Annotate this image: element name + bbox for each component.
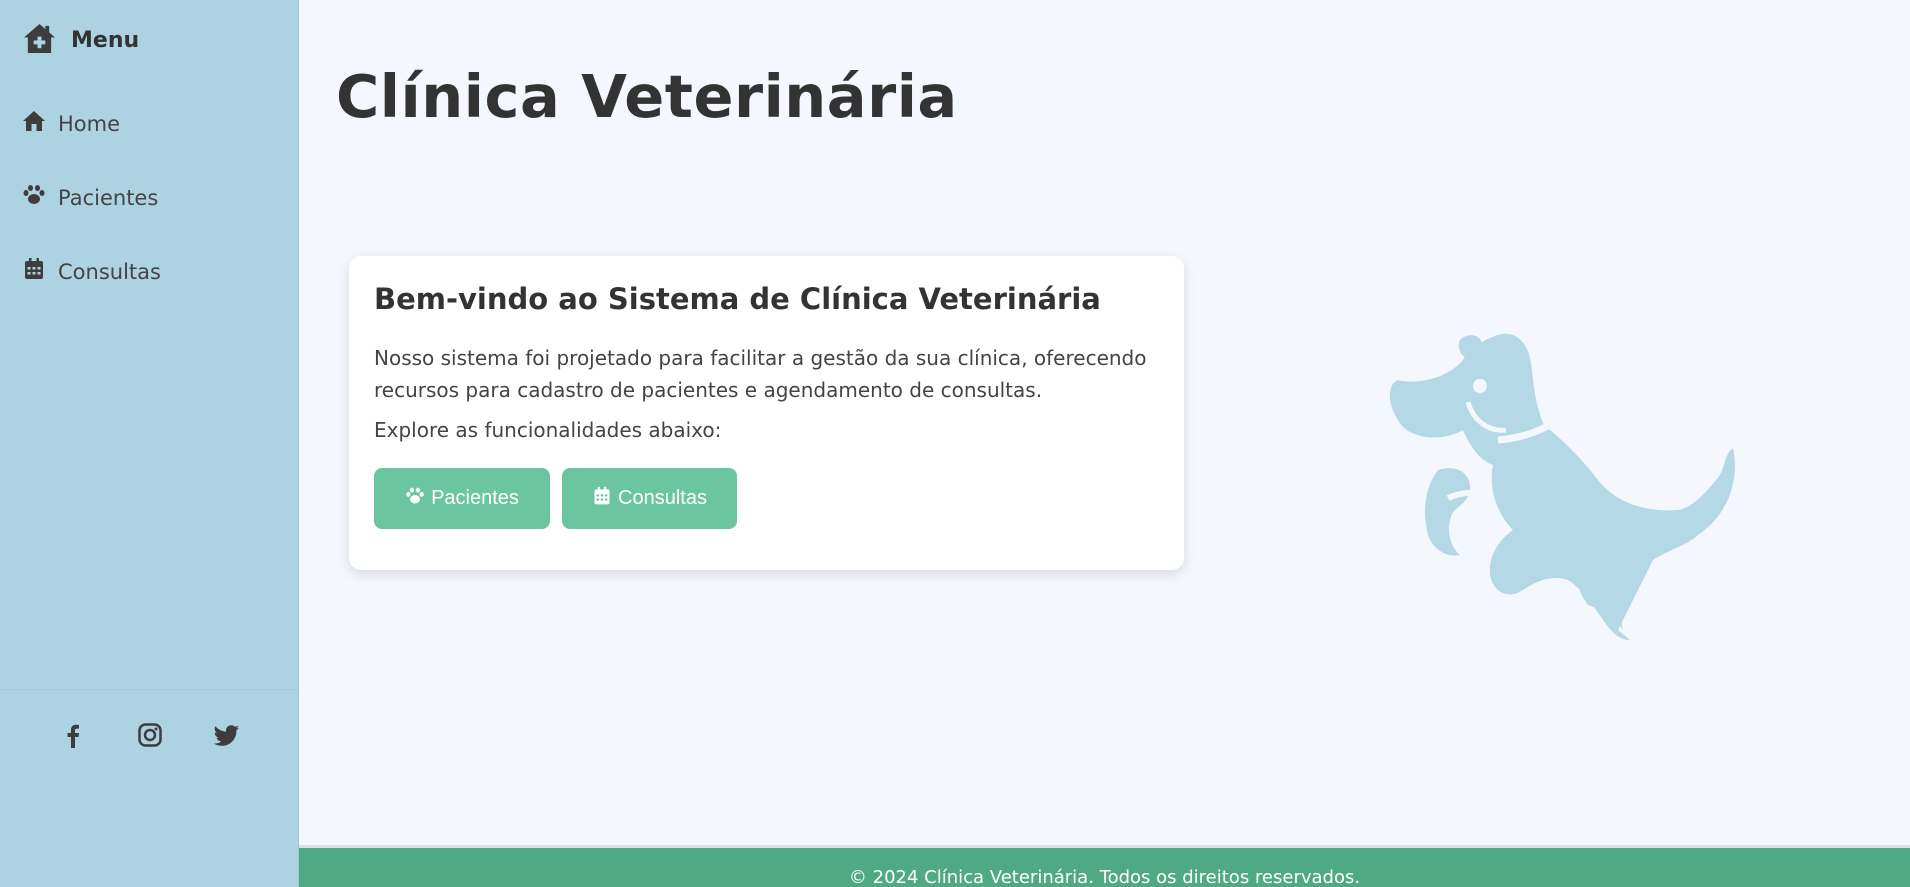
card-description: Nosso sistema foi projetado para facilit… <box>374 346 1147 402</box>
sidebar-item-label: Consultas <box>58 259 161 284</box>
twitter-icon[interactable] <box>213 722 240 752</box>
sidebar-item-home[interactable]: Home <box>22 110 120 137</box>
facebook-icon[interactable] <box>60 722 86 752</box>
instagram-icon[interactable] <box>137 722 163 752</box>
consultas-button[interactable]: Consultas <box>562 468 737 529</box>
social-links <box>0 689 299 752</box>
paw-icon <box>405 486 425 512</box>
footer-copyright: © 2024 Clínica Veterinária. Todos os dir… <box>848 867 1361 887</box>
sidebar-item-label: Home <box>58 111 121 136</box>
card-subtext: Explore as funcionalidades abaixo: <box>374 418 722 442</box>
footer: © 2024 Clínica Veterinária. Todos os dir… <box>299 845 1910 887</box>
home-icon <box>22 110 46 137</box>
card-buttons: Pacientes Consultas <box>374 468 1159 529</box>
button-label: Consultas <box>618 487 707 509</box>
paw-icon <box>22 184 46 211</box>
card-title: Bem-vindo ao Sistema de Clínica Veteriná… <box>374 282 1101 316</box>
sidebar-title: Menu <box>71 28 140 53</box>
sidebar-item-pacientes[interactable]: Pacientes <box>22 184 158 211</box>
sidebar-item-label: Pacientes <box>58 185 159 210</box>
clinic-house-icon <box>22 22 57 59</box>
welcome-card: Bem-vindo ao Sistema de Clínica Veteriná… <box>349 256 1184 570</box>
dog-illustration-icon <box>1348 330 1758 700</box>
pacientes-button[interactable]: Pacientes <box>374 468 550 529</box>
sidebar: Menu Home Pacientes Consultas <box>0 0 299 887</box>
sidebar-item-consultas[interactable]: Consultas <box>22 258 161 285</box>
page-title: Clínica Veterinária <box>336 62 958 131</box>
main-content: Clínica Veterinária Bem-vindo ao Sistema… <box>300 0 1910 845</box>
calendar-icon <box>592 486 612 512</box>
calendar-icon <box>22 258 46 285</box>
sidebar-header: Menu <box>22 22 139 59</box>
button-label: Pacientes <box>431 487 519 509</box>
